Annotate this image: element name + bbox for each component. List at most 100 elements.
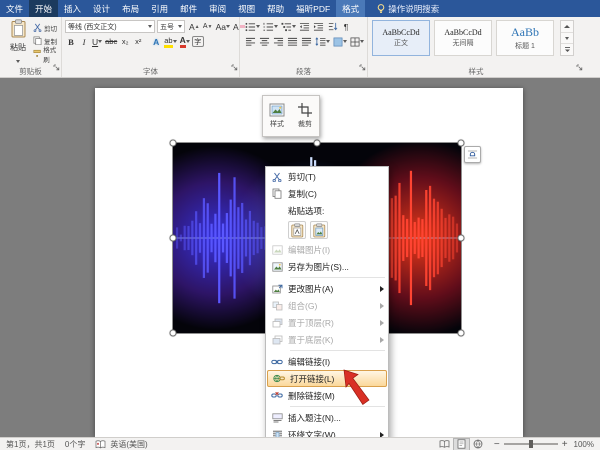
superscript-button[interactable]: x² <box>132 35 144 48</box>
styles-scroll-down-button[interactable] <box>561 32 573 45</box>
tab-references[interactable]: 引用 <box>145 0 174 17</box>
tab-review[interactable]: 审阅 <box>203 0 232 17</box>
layout-options-icon <box>467 149 478 160</box>
shading-button[interactable] <box>332 35 348 48</box>
text-effects-button[interactable]: A <box>150 35 162 48</box>
paste-label: 粘贴 <box>4 43 32 52</box>
styles-scroll-up-button[interactable] <box>561 21 573 32</box>
style-card-no-spacing[interactable]: AaBbCcDd 无间隔 <box>434 20 492 56</box>
sort-button[interactable] <box>326 20 339 33</box>
menu-item-group[interactable]: 组合(G) <box>266 297 388 314</box>
menu-item-insert-caption[interactable]: 插入题注(N)... <box>266 409 388 426</box>
crop-button[interactable]: 裁剪 <box>291 96 319 136</box>
align-center-button[interactable] <box>258 35 271 48</box>
tab-picture-format[interactable]: 格式 <box>336 0 365 17</box>
tab-home[interactable]: 开始 <box>29 0 58 17</box>
tab-mailings[interactable]: 邮件 <box>174 0 203 17</box>
distribute-button[interactable] <box>300 35 313 48</box>
tab-foxit-pdf[interactable]: 福昕PDF <box>290 0 336 17</box>
align-center-icon <box>259 37 270 47</box>
menu-item-send-to-back[interactable]: 置于底层(K) <box>266 331 388 348</box>
menu-item-bring-to-front[interactable]: 置于顶层(R) <box>266 314 388 331</box>
tab-layout[interactable]: 布局 <box>116 0 145 17</box>
align-right-button[interactable] <box>272 35 285 48</box>
menu-item-edit-picture[interactable]: 编辑图片(I) <box>266 241 388 258</box>
shrink-font-button[interactable]: A▼ <box>202 20 214 33</box>
zoom-slider[interactable] <box>504 443 558 445</box>
print-layout-button[interactable] <box>454 439 469 450</box>
underline-button[interactable]: U <box>91 35 103 48</box>
read-mode-button[interactable] <box>437 439 452 450</box>
justify-button[interactable] <box>286 35 299 48</box>
tell-me-search[interactable]: 操作说明搜索 <box>371 0 445 17</box>
align-left-button[interactable] <box>244 35 257 48</box>
zoom-level[interactable]: 100% <box>574 440 594 449</box>
increase-indent-icon <box>313 22 324 32</box>
style-card-heading1[interactable]: AaBb 标题 1 <box>496 20 554 56</box>
proofing-status[interactable] <box>95 440 106 449</box>
cut-icon <box>266 172 288 182</box>
decrease-indent-button[interactable] <box>298 20 311 33</box>
show-hide-marks-button[interactable]: ¶ <box>340 20 352 33</box>
grow-font-button[interactable]: A▲ <box>188 20 201 33</box>
style-card-normal[interactable]: AaBbCcDd 正文 <box>372 20 430 56</box>
subscript-button[interactable]: x₂ <box>119 35 131 48</box>
bold-button[interactable]: B <box>65 35 77 48</box>
text-highlight-button[interactable]: ab <box>163 35 177 48</box>
font-color-button[interactable]: A <box>179 35 191 48</box>
page-indicator[interactable]: 第1页，共1页 <box>6 439 55 450</box>
font-group: 等线 (西文正文) 五号 A▲ A▼ Aa A B I U abc x₂ x² … <box>62 17 240 77</box>
borders-button[interactable] <box>349 35 365 48</box>
web-layout-button[interactable] <box>471 439 486 450</box>
menu-item-change-picture[interactable]: 更改图片(A) <box>266 280 388 297</box>
zoom-slider-thumb[interactable] <box>529 440 533 448</box>
paste-keep-source-button[interactable] <box>288 221 306 239</box>
font-group-label: 字体 <box>62 67 239 77</box>
clipboard-group: 粘贴 剪切 复制 格式刷 剪贴板 <box>0 17 62 77</box>
selection-handle-middle-right[interactable] <box>458 235 465 242</box>
layout-options-button[interactable] <box>464 146 481 163</box>
picture-styles-button[interactable]: 样式 <box>263 96 291 136</box>
selection-handle-top-left[interactable] <box>170 140 177 147</box>
paste-button[interactable]: 粘贴 <box>4 19 32 65</box>
zoom-out-button[interactable]: − <box>494 439 500 450</box>
selection-handle-top-right[interactable] <box>458 140 465 147</box>
zoom-in-button[interactable]: + <box>562 439 568 450</box>
styles-dialog-launcher[interactable] <box>576 58 583 76</box>
line-spacing-button[interactable] <box>314 35 331 48</box>
multilevel-list-button[interactable] <box>280 20 297 33</box>
font-size-value: 五号 <box>160 22 174 32</box>
paste-as-picture-button[interactable] <box>310 221 328 239</box>
print-layout-icon <box>457 439 466 449</box>
paste-as-picture-icon <box>313 223 326 238</box>
font-size-select[interactable]: 五号 <box>157 20 185 33</box>
tab-insert[interactable]: 插入 <box>58 0 87 17</box>
italic-button[interactable]: I <box>78 35 90 48</box>
tab-file[interactable]: 文件 <box>0 0 29 17</box>
styles-more-button[interactable] <box>561 44 573 55</box>
tab-view[interactable]: 视图 <box>232 0 261 17</box>
selection-handle-bottom-right[interactable] <box>458 330 465 337</box>
change-case-button[interactable]: Aa <box>215 20 231 33</box>
selection-handle-bottom-left[interactable] <box>170 330 177 337</box>
bullets-icon <box>245 22 256 32</box>
clipboard-dialog-launcher[interactable] <box>53 58 60 76</box>
numbering-button[interactable] <box>262 20 279 33</box>
paragraph-dialog-launcher[interactable] <box>359 58 366 76</box>
selection-handle-top-center[interactable] <box>314 140 321 147</box>
strikethrough-button[interactable]: abc <box>104 35 118 48</box>
language-status[interactable]: 英语(美国) <box>110 439 147 450</box>
cut-button[interactable]: 剪切 <box>33 21 61 34</box>
menu-item-copy[interactable]: 复制(C) <box>266 185 388 202</box>
selection-handle-middle-left[interactable] <box>170 235 177 242</box>
font-name-select[interactable]: 等线 (西文正文) <box>65 20 155 33</box>
increase-indent-button[interactable] <box>312 20 325 33</box>
word-count[interactable]: 0个字 <box>65 439 85 450</box>
menu-item-save-as-picture[interactable]: 另存为图片(S)... <box>266 258 388 275</box>
tab-help[interactable]: 帮助 <box>261 0 290 17</box>
font-dialog-launcher[interactable] <box>231 58 238 76</box>
enclose-character-button[interactable]: 字 <box>192 36 204 47</box>
tab-design[interactable]: 设计 <box>87 0 116 17</box>
bullets-button[interactable] <box>244 20 261 33</box>
menu-item-cut[interactable]: 剪切(T) <box>266 168 388 185</box>
